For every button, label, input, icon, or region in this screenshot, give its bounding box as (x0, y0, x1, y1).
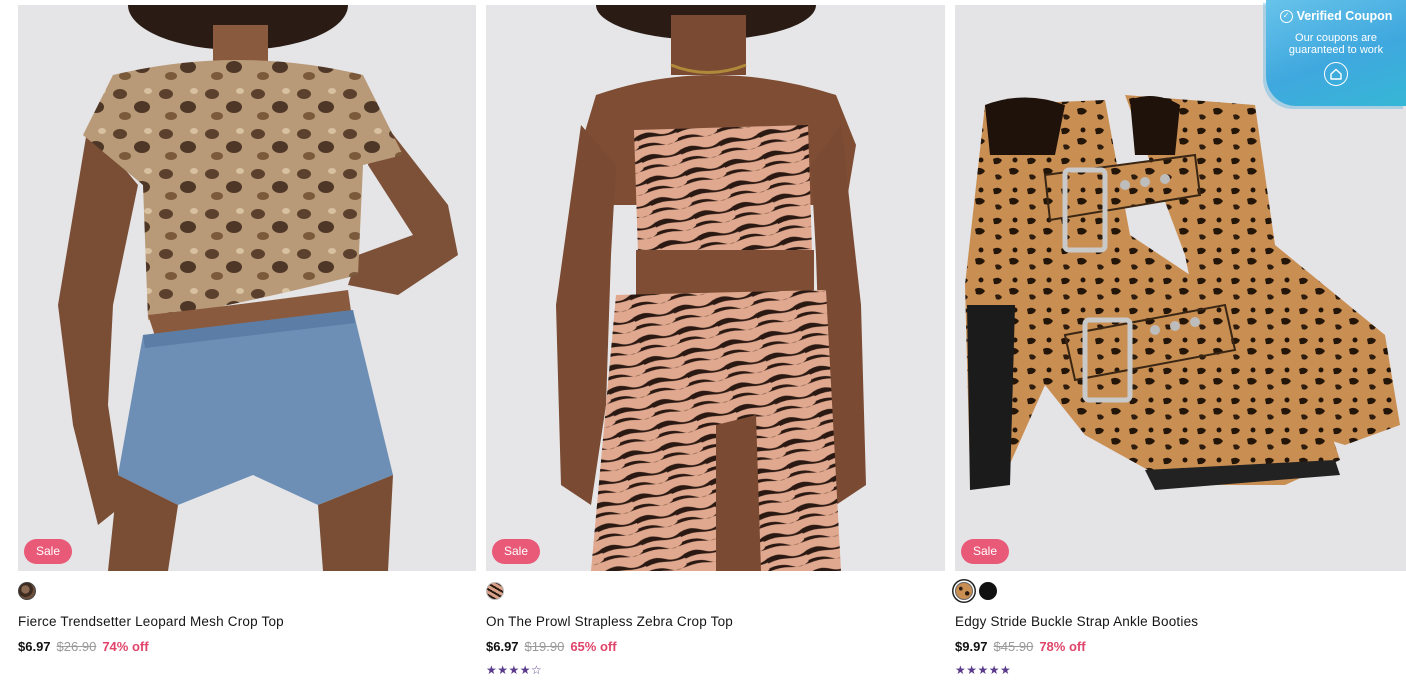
coupon-title: Verified Coupon (1296, 9, 1393, 23)
color-swatches (18, 582, 36, 600)
product-image[interactable]: Sale (18, 5, 476, 571)
original-price: $26.90 (56, 639, 97, 654)
verified-coupon-widget[interactable]: ✓ Verified Coupon Our coupons are guaran… (1266, 0, 1406, 106)
model-leopard-mesh-top-photo (18, 5, 476, 571)
sale-badge: Sale (961, 539, 1010, 564)
coupon-logo-icon[interactable] (1324, 62, 1348, 86)
model-zebra-set-photo (486, 5, 945, 571)
sale-badge: Sale (492, 539, 541, 564)
color-swatch-black[interactable] (979, 582, 997, 600)
sale-price: $6.97 (18, 639, 51, 654)
product-title[interactable]: Fierce Trendsetter Leopard Mesh Crop Top (18, 614, 284, 629)
price-row: $9.97 $45.90 78% off (955, 639, 1086, 654)
color-swatch-leopard[interactable] (955, 582, 973, 600)
original-price: $19.90 (524, 639, 565, 654)
sale-price: $9.97 (955, 639, 988, 654)
discount-label: 74% off (102, 639, 149, 654)
product-title[interactable]: Edgy Stride Buckle Strap Ankle Booties (955, 614, 1198, 629)
star-rating: ★★★★★ (955, 663, 1012, 677)
product-card[interactable]: Sale Fierce Trendsetter Leopard Mesh Cro… (18, 5, 476, 654)
sale-price: $6.97 (486, 639, 519, 654)
sale-badge: Sale (24, 539, 73, 564)
discount-label: 65% off (570, 639, 617, 654)
color-swatch-leopard[interactable] (18, 582, 36, 600)
original-price: $45.90 (993, 639, 1034, 654)
product-grid: Sale Fierce Trendsetter Leopard Mesh Cro… (0, 0, 1406, 691)
discount-label: 78% off (1039, 639, 1086, 654)
color-swatches (955, 582, 997, 600)
color-swatch-zebra[interactable] (486, 582, 504, 600)
coupon-header: ✓ Verified Coupon (1266, 9, 1406, 23)
product-image[interactable]: Sale (486, 5, 945, 571)
house-tag-icon (1330, 68, 1342, 80)
color-swatches (486, 582, 504, 600)
star-rating: ★★★★☆ (486, 663, 543, 677)
product-title[interactable]: On The Prowl Strapless Zebra Crop Top (486, 614, 733, 629)
price-row: $6.97 $19.90 65% off (486, 639, 617, 654)
coupon-subtitle: Our coupons are guaranteed to work (1288, 32, 1384, 56)
price-row: $6.97 $26.90 74% off (18, 639, 149, 654)
product-card[interactable]: Sale On The Prowl Strapless Zebra Crop T… (486, 5, 945, 677)
check-circle-icon: ✓ (1279, 9, 1293, 23)
